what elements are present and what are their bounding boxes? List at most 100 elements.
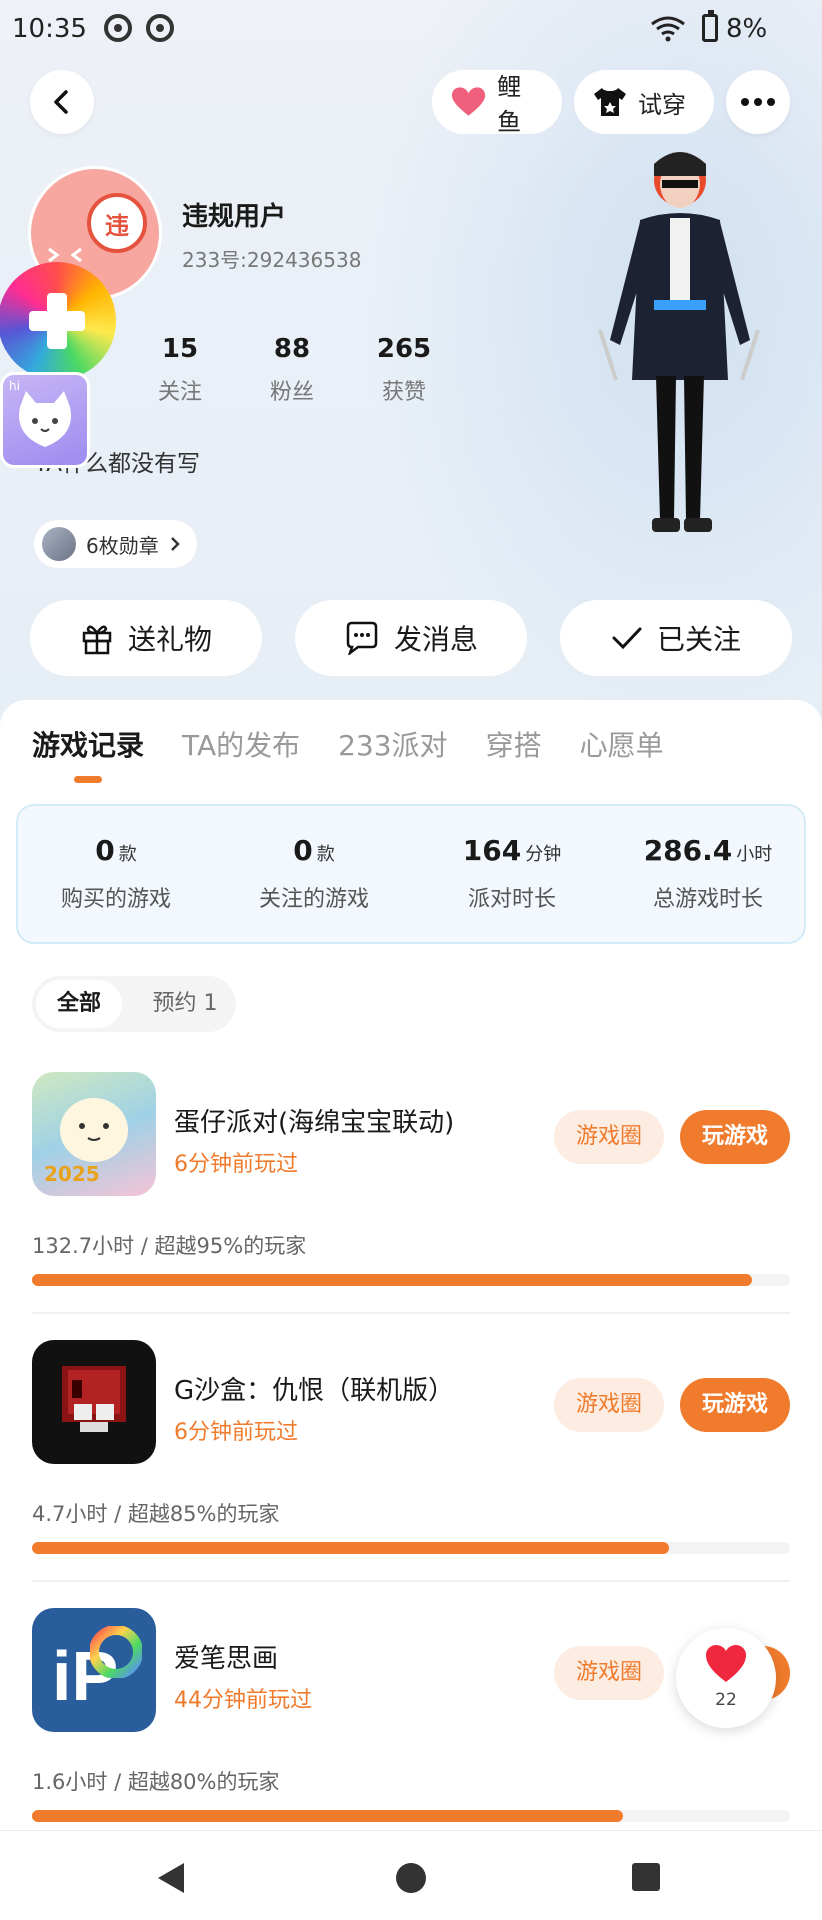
filter-all[interactable]: 全部 <box>36 980 122 1028</box>
summary-unit: 款 <box>316 844 335 865</box>
followers-stat[interactable]: 88 粉丝 <box>242 334 342 406</box>
summary-purchased: 0款 购买的游戏 <box>18 834 214 913</box>
summary-unit: 款 <box>118 844 137 865</box>
play-game-button[interactable]: 玩游戏 <box>680 1378 790 1432</box>
chevron-left-icon <box>54 90 68 114</box>
game-icon-g-sandbox[interactable] <box>32 1340 156 1464</box>
chevron-right-icon <box>170 537 180 551</box>
playtime-progress-fill <box>32 1542 669 1554</box>
playtime-progress-fill <box>32 1274 753 1286</box>
game-icon-ibis-paint[interactable]: iP <box>32 1608 156 1732</box>
summary-party-time: 164 分钟 派对时长 <box>414 834 610 913</box>
medal-icon <box>42 527 76 561</box>
game-circle-button[interactable]: 游戏圈 <box>554 1110 664 1164</box>
floating-cat-assistant[interactable]: hi <box>0 372 90 468</box>
wifi-icon <box>651 16 685 42</box>
send-gift-button[interactable]: 送礼物 <box>30 600 262 676</box>
more-dots-icon <box>741 98 775 106</box>
koi-label: 鲤鱼 <box>497 73 522 136</box>
last-played: 6分钟前玩过 <box>174 1420 298 1445</box>
summary-unit: 小时 <box>736 844 773 865</box>
eggy-logo-text: 2025 <box>44 1162 100 1186</box>
likes-label: 获赞 <box>381 380 426 405</box>
notification-icon <box>146 14 174 42</box>
gift-icon <box>82 625 112 655</box>
tab-outfits[interactable]: 穿搭 <box>486 724 542 764</box>
profile-tabs: 游戏记录 TA的发布 233派对 穿搭 心愿单 <box>32 724 664 764</box>
likes-stat[interactable]: 265 获赞 <box>354 334 454 406</box>
gamepad-icon <box>29 293 85 349</box>
followed-label: 已关注 <box>656 623 741 656</box>
following-stat[interactable]: 15 关注 <box>130 334 230 406</box>
game-list-item[interactable]: 2025 蛋仔派对(海绵宝宝联动) 6分钟前玩过 游戏圈 玩游戏 132.7小时… <box>0 1072 822 1332</box>
game-summary-card: 0款 购买的游戏 0款 关注的游戏 164 分钟 派对时长 286.4 小时 总游戏… <box>16 804 806 944</box>
system-navigation-bar <box>0 1830 822 1920</box>
status-time: 10:35 <box>12 14 87 44</box>
summary-label: 派对时长 <box>467 887 556 912</box>
shirt-icon <box>594 88 626 116</box>
nav-home-icon[interactable] <box>396 1863 426 1893</box>
game-list-item[interactable]: G沙盒：仇恨（联机版） 6分钟前玩过 游戏圈 玩游戏 4.7小时 / 超越85%… <box>0 1340 822 1600</box>
game-circle-button[interactable]: 游戏圈 <box>554 1378 664 1432</box>
game-name: 爱笔思画 <box>174 1644 279 1674</box>
tab-posts[interactable]: TA的发布 <box>182 724 300 764</box>
likes-count: 265 <box>376 334 432 364</box>
tab-wishlist[interactable]: 心愿单 <box>580 724 664 764</box>
game-icon-eggy-party[interactable]: 2025 <box>32 1072 156 1196</box>
checkmark-icon <box>612 627 642 650</box>
following-label: 关注 <box>157 380 202 405</box>
username: 违规用户 <box>182 202 287 232</box>
avatar-character-figure[interactable] <box>580 140 780 560</box>
koi-button[interactable]: 鲤鱼 <box>432 70 562 136</box>
playtime-progress-track <box>32 1274 790 1286</box>
summary-total-play-time: 286.4 小时 总游戏时长 <box>610 834 806 913</box>
playtime-stat: 132.7小时 / 超越95%的玩家 <box>32 1234 307 1258</box>
floating-like-button[interactable]: 22 <box>676 1628 776 1728</box>
summary-label: 总游戏时长 <box>652 887 763 912</box>
cat-icon <box>19 391 71 447</box>
followers-label: 粉丝 <box>269 380 314 405</box>
game-name: G沙盒：仇恨（联机版） <box>174 1376 455 1406</box>
try-on-button[interactable]: 试穿 <box>574 70 714 134</box>
game-circle-button[interactable]: 游戏圈 <box>554 1646 664 1700</box>
back-button[interactable] <box>30 70 94 134</box>
filter-reserved[interactable]: 预约 1 <box>142 976 228 1032</box>
heart-icon <box>706 1645 746 1682</box>
cat-greeting: hi <box>9 379 20 393</box>
playtime-stat: 1.6小时 / 超越80%的玩家 <box>32 1770 280 1794</box>
summary-followed-games: 0款 关注的游戏 <box>216 834 412 913</box>
followers-count: 88 <box>273 334 311 364</box>
playtime-progress-track <box>32 1542 790 1554</box>
notification-icon <box>104 14 132 42</box>
pixel-skull-icon <box>62 1366 126 1432</box>
nav-back-icon[interactable] <box>158 1863 184 1893</box>
color-wheel-icon <box>90 1626 142 1678</box>
medal-button[interactable]: 6枚勋章 <box>34 520 197 568</box>
play-game-button[interactable]: 玩游戏 <box>680 1110 790 1164</box>
heart-icon <box>451 87 486 116</box>
floating-game-controller-button[interactable] <box>0 262 116 380</box>
last-played: 44分钟前玩过 <box>174 1688 312 1713</box>
summary-value: 0 <box>95 834 115 867</box>
more-options-button[interactable] <box>726 70 790 134</box>
try-on-label: 试穿 <box>638 90 686 119</box>
followed-button[interactable]: 已关注 <box>560 600 792 676</box>
summary-value: 164 <box>462 834 522 867</box>
user-id: 233号:292436538 <box>182 248 362 272</box>
playtime-progress-fill <box>32 1810 624 1822</box>
send-gift-label: 送礼物 <box>127 623 212 656</box>
tab-game-records[interactable]: 游戏记录 <box>32 724 144 764</box>
tab-party[interactable]: 233派对 <box>338 724 447 764</box>
active-tab-indicator <box>74 776 102 783</box>
nav-recents-icon[interactable] <box>632 1863 660 1891</box>
summary-label: 关注的游戏 <box>258 887 369 912</box>
send-message-button[interactable]: 发消息 <box>295 600 527 676</box>
summary-value: 286.4 <box>643 834 733 867</box>
status-bar: 10:35 8% <box>0 0 822 58</box>
summary-unit: 分钟 <box>525 844 562 865</box>
playtime-stat: 4.7小时 / 超越85%的玩家 <box>32 1502 280 1526</box>
like-count: 22 <box>715 1690 737 1710</box>
chat-bubble-icon <box>346 621 378 655</box>
battery-icon <box>702 10 718 42</box>
following-count: 15 <box>161 334 199 364</box>
